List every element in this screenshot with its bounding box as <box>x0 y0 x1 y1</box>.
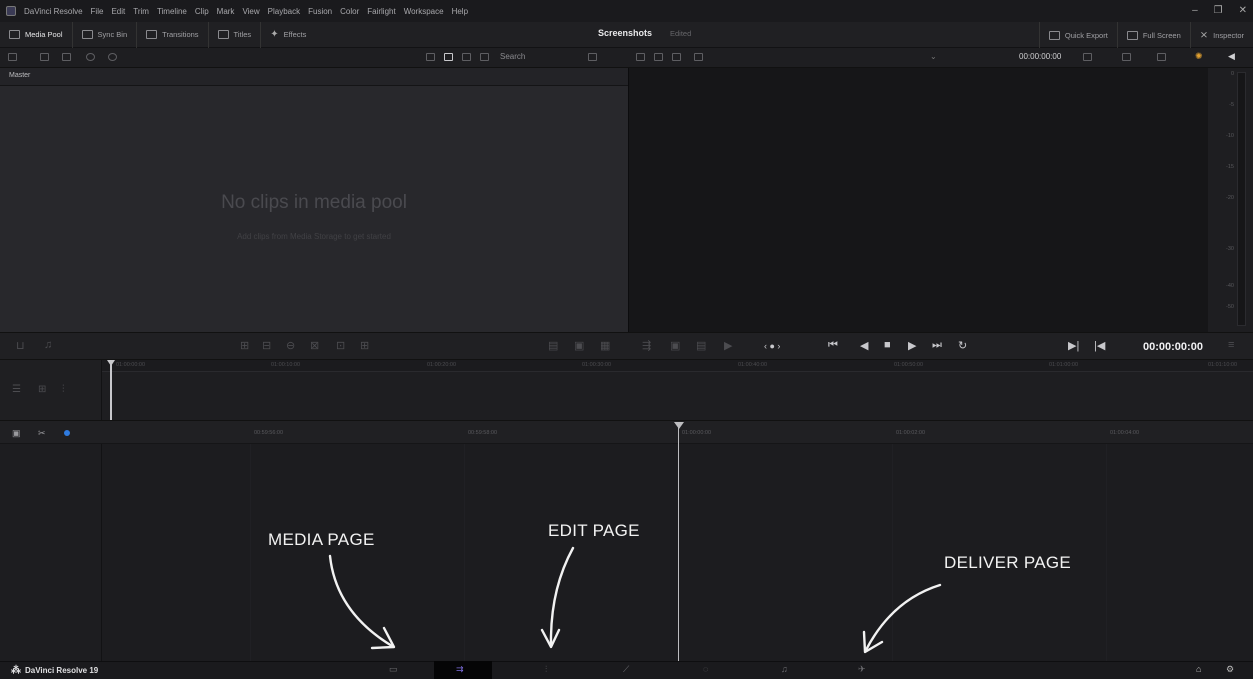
deliver-page-icon[interactable]: ✈ <box>858 664 866 675</box>
resolve-logo-icon: ⁂ <box>11 665 21 676</box>
fusion-page-icon[interactable]: ⟋ <box>623 664 629 675</box>
brand-label: DaVinci Resolve 19 <box>25 666 99 675</box>
arrow-to-media-page <box>328 554 394 648</box>
home-icon[interactable]: ⌂ <box>1196 664 1201 674</box>
resolve-brand: ⁂ DaVinci Resolve 19 <box>11 665 98 676</box>
media-page-icon[interactable]: ▭ <box>389 664 398 675</box>
color-page-icon[interactable]: ◌ <box>703 664 708 674</box>
arrow-to-edit-page <box>549 546 575 647</box>
cut-page-icon[interactable]: ⇉ <box>456 664 464 675</box>
edit-page-icon[interactable]: ⫶ <box>545 664 547 675</box>
annotation-arrows <box>328 546 942 654</box>
fairlight-page-icon[interactable]: ♫ <box>781 664 788 674</box>
arrow-to-deliver-page <box>864 583 942 652</box>
settings-gear-icon[interactable]: ⚙ <box>1226 664 1234 675</box>
